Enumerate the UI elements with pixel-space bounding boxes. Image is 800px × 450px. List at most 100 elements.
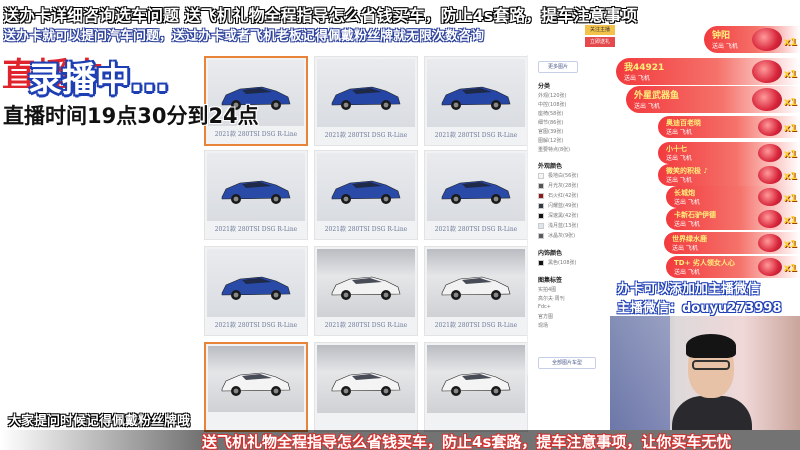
filter-section-title: 外观颜色 xyxy=(538,163,563,170)
gift-description: 送出 飞机 xyxy=(666,155,692,162)
gift-description: 送出 飞机 xyxy=(674,199,700,206)
thumb-caption: 2021款 280TSI DSG R-Line xyxy=(434,226,518,233)
car-photo xyxy=(317,59,415,127)
color-option-label[interactable]: 深邃黑(42张) xyxy=(548,212,578,219)
filter-option[interactable]: 高尔夫·周刊 xyxy=(538,295,565,302)
filter-section-title: 图集标签 xyxy=(538,277,563,284)
car-photo xyxy=(317,345,415,413)
color-option-label[interactable]: 黑色(108张) xyxy=(548,259,576,266)
gallery-thumb[interactable]: 2021款 280TSI DSG R-Line xyxy=(424,246,528,336)
filter-option[interactable]: Fdc+ xyxy=(538,304,551,310)
filter-option[interactable]: 官图(39张) xyxy=(538,128,563,135)
color-swatch[interactable] xyxy=(538,203,544,209)
gallery-thumb[interactable]: 2021款 280TSI DSG R-Line xyxy=(314,246,418,336)
car-photo xyxy=(317,249,415,317)
filter-option[interactable]: 实拍4图 xyxy=(538,286,556,293)
gift-notification-panel: 钟阳 送出 飞机 x1 我44921 送出 飞机 x1 外星武器鱼 送出 飞机 x1 奥迪百老晓送… xyxy=(614,24,800,286)
car-image xyxy=(331,86,401,110)
color-swatch[interactable] xyxy=(538,173,544,179)
car-image xyxy=(331,276,401,300)
color-swatch[interactable] xyxy=(538,213,544,219)
gift-description: 送出 飞机 xyxy=(666,129,692,136)
color-swatch[interactable] xyxy=(538,233,544,239)
thumb-caption: 2021款 280TSI DSG R-Line xyxy=(324,132,408,139)
gallery-thumb[interactable]: 2021款 280TSI DSG R-Line xyxy=(424,56,528,146)
gallery-thumb[interactable]: 2021款 280TSI DSG R-Line xyxy=(204,246,308,336)
streamer-camera xyxy=(610,316,800,430)
filter-option[interactable]: 官方图 xyxy=(538,313,553,320)
airplane-gift-icon xyxy=(752,28,782,51)
gallery-thumb[interactable]: 2021款 280TSI DSG R-Line xyxy=(204,150,308,240)
second-banner-text: 送办卡就可以提问汽车问题，送过办卡或者飞机老板记得佩戴粉丝牌就无限次数咨询 xyxy=(3,29,485,43)
filter-section-title: 内饰颜色 xyxy=(538,250,563,257)
filter-option[interactable]: 现场 xyxy=(538,322,548,329)
gift-count: x1 xyxy=(783,239,797,250)
thumb-caption: 2021款 280TSI DSG R-Line xyxy=(324,226,408,233)
gift-count: x1 xyxy=(783,215,797,226)
car-photo xyxy=(207,153,305,221)
camera-background xyxy=(610,316,670,430)
gift-description: 送出 飞机 xyxy=(634,103,660,110)
thumb-caption: 2021款 280TSI DSG R-Line xyxy=(324,322,408,329)
gift-sender-name: 我44921 xyxy=(624,63,665,73)
color-option-label[interactable]: 冰晶灰(9张) xyxy=(548,232,575,239)
thumb-caption: 2021款 280TSI DSG R-Line xyxy=(214,226,298,233)
color-option-label[interactable]: 闪耀蓝(49张) xyxy=(548,202,578,209)
filter-option[interactable]: 外观(120张) xyxy=(538,92,566,99)
gift-sender-name: 钟阳 xyxy=(712,31,731,41)
bottom-banner: 送飞机礼物全程指导怎么省钱买车，防止4s套路，提车注意事项，让你买车无忧 xyxy=(0,430,800,450)
car-image xyxy=(441,180,511,204)
gallery-thumb[interactable]: 2021款 280TSI DSG R-Line xyxy=(314,56,418,146)
car-photo xyxy=(427,345,525,413)
recording-status: 录播中... xyxy=(28,60,169,100)
gift-count: x1 xyxy=(783,37,797,48)
gift-notification: 外星武器鱼送出 飞机 x1 xyxy=(626,86,800,113)
color-swatch[interactable] xyxy=(538,183,544,189)
gift-description: 送出 飞机 xyxy=(672,245,698,252)
airplane-gift-icon xyxy=(758,144,782,162)
gift-notification: 钟阳 送出 飞机 x1 xyxy=(704,26,800,53)
gallery-thumb[interactable] xyxy=(314,342,418,432)
airplane-gift-icon xyxy=(758,258,782,276)
color-swatch[interactable] xyxy=(538,223,544,229)
more-images-button[interactable]: 更多图片 xyxy=(538,61,578,73)
color-option-label[interactable]: 极地白(56张) xyxy=(548,172,578,179)
thumb-caption: 2021款 280TSI DSG R-Line xyxy=(214,322,298,329)
filter-option[interactable]: 重要特点(8张) xyxy=(538,146,570,153)
filter-option[interactable]: 图解(12张) xyxy=(538,137,563,144)
gift-count: x1 xyxy=(783,97,797,108)
car-image xyxy=(221,276,291,300)
contact-line-1: 办卡可以添加加主播微信 xyxy=(617,282,761,297)
color-swatch[interactable] xyxy=(538,260,544,266)
airplane-gift-icon xyxy=(752,60,782,83)
contact-line-2: 主播微信：douyu273998 xyxy=(617,301,782,316)
gallery-thumb[interactable] xyxy=(424,342,528,432)
airplane-gift-icon xyxy=(752,88,782,111)
filter-option[interactable]: 中控(108张) xyxy=(538,101,566,108)
filter-section-title: 分类 xyxy=(538,83,551,90)
car-image xyxy=(441,86,511,110)
color-swatch[interactable] xyxy=(538,193,544,199)
gift-count: x1 xyxy=(783,171,797,182)
filter-option[interactable]: 细节(86张) xyxy=(538,119,563,126)
gift-sender-name: 外星武器鱼 xyxy=(634,91,680,101)
car-photo xyxy=(427,153,525,221)
gallery-thumb[interactable]: 2021款 280TSI DSG R-Line xyxy=(424,150,528,240)
gift-notification: 卡新石驴伊德 送出 飞机 x1 xyxy=(666,208,800,230)
color-option-label[interactable]: 石火红(42张) xyxy=(548,192,578,199)
car-image xyxy=(331,180,401,204)
thumb-caption: 2021款 280TSI DSG R-Line xyxy=(434,132,518,139)
thumb-caption: 2021款 280TSI DSG R-Line xyxy=(214,131,298,138)
car-photo xyxy=(427,59,525,127)
all-models-button[interactable]: 全部图片车型 xyxy=(538,357,596,369)
car-photo xyxy=(207,249,305,317)
top-banner-text: 送办卡详细咨询选车问题 送飞机礼物全程指导怎么省钱买车，防止4s套路，提车注意事… xyxy=(3,6,638,24)
gift-description: 送出 飞机 xyxy=(624,75,650,82)
fan-badge-reminder: 大家提问时候记得佩戴粉丝牌哦 xyxy=(8,414,191,429)
color-option-label[interactable]: 月光灰(28张) xyxy=(548,182,578,189)
gallery-thumb[interactable]: 2021款 280TSI DSG R-Line xyxy=(314,150,418,240)
airplane-gift-icon xyxy=(758,210,782,228)
color-option-label[interactable]: 浅月蓝(13张) xyxy=(548,222,578,229)
filter-option[interactable]: 座椅(58张) xyxy=(538,110,563,117)
gift-count: x1 xyxy=(783,149,797,160)
